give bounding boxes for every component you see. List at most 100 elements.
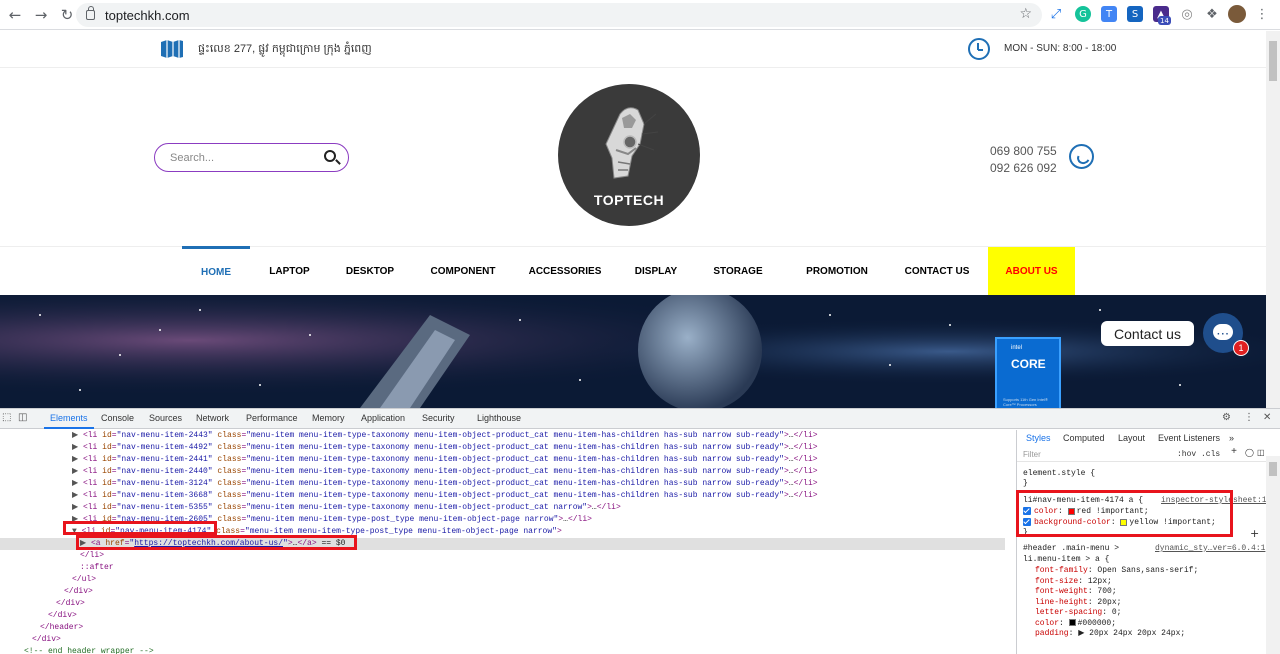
address-bar[interactable]: toptechkh.com ☆ (76, 3, 1042, 27)
nav-about-us[interactable]: ABOUT US (988, 247, 1075, 295)
devtools-tabs: ⬚ ◫ Elements Console Sources Network Per… (0, 409, 1280, 429)
rule2-prop-font-size[interactable]: font-size: 12px; (1035, 577, 1112, 588)
avatar[interactable] (1228, 5, 1246, 23)
rule2-prop-font-weight[interactable]: font-weight: 700; (1035, 587, 1117, 598)
rule2-prop-color[interactable]: color: #000000; (1035, 619, 1116, 630)
nav-display[interactable]: DISPLAY (629, 247, 683, 295)
dom-node-closing[interactable]: </header> (0, 622, 1005, 634)
inspect-icon[interactable]: ⬚ (2, 412, 11, 423)
toggle-color-icon[interactable]: ◯ (1245, 449, 1254, 460)
new-style-rule-icon[interactable]: + (1250, 527, 1259, 540)
top-info-bar: ផ្ទះលេខ 277, ផ្លូវ កម្ពុជាក្រោម ក្រុង ភ្… (0, 31, 1266, 68)
tab-network[interactable]: Network (196, 413, 229, 423)
tab-elements[interactable]: Elements (44, 413, 93, 429)
tab-performance[interactable]: Performance (246, 413, 298, 423)
styles-tabs: Styles Computed Layout Event Listeners » (1017, 430, 1280, 446)
puzzle-icon[interactable]: ❖ (1204, 6, 1220, 22)
dom-node-closing[interactable]: </li> (0, 550, 1005, 562)
rule2-prop-line-height[interactable]: line-height: 20px; (1035, 598, 1121, 609)
search-input[interactable]: Search... (154, 143, 349, 172)
forward-icon[interactable]: → (30, 4, 52, 26)
dom-node-closing[interactable]: </div> (0, 586, 1005, 598)
sidebar-toggle-icon[interactable]: ◫ (1257, 449, 1265, 460)
translate-icon[interactable]: T (1101, 6, 1117, 22)
url-text[interactable]: toptechkh.com (105, 8, 190, 23)
whatsapp-icon[interactable] (1069, 144, 1094, 169)
phone-1[interactable]: 069 800 755 (990, 143, 1057, 160)
back-icon[interactable]: ← (4, 4, 26, 26)
page-scroll-thumb[interactable] (1269, 41, 1277, 81)
element-style-close: } (1023, 479, 1028, 488)
nav-contact-us[interactable]: CONTACT US (900, 247, 974, 295)
close-devtools-icon[interactable]: ✕ (1263, 412, 1271, 423)
chat-badge: 1 (1233, 340, 1249, 356)
filter-placeholder: Filter (1023, 450, 1041, 459)
dom-node-li[interactable]: ▶ <li id="nav-menu-item-2443" class="men… (0, 430, 1005, 442)
dom-node-closing[interactable]: </ul> (0, 574, 1005, 586)
rule2-selector-2[interactable]: li.menu-item > a { (1023, 555, 1109, 566)
element-style-rule[interactable]: element.style { (1023, 469, 1095, 480)
dom-node-closing[interactable]: </div> (0, 634, 1005, 646)
styles-scrollbar[interactable] (1266, 456, 1280, 654)
dom-node-li[interactable]: ▶ <li id="nav-menu-item-5355" class="men… (0, 502, 1005, 514)
contact-us-label[interactable]: Contact us (1101, 321, 1194, 346)
settings-gear-icon[interactable]: ⚙ (1222, 412, 1231, 423)
globe-icon[interactable]: ◎ (1179, 6, 1195, 22)
page-scrollbar[interactable] (1266, 31, 1280, 408)
tab-sources[interactable]: Sources (149, 413, 182, 423)
dom-node-li[interactable]: ▶ <li id="nav-menu-item-2440" class="men… (0, 466, 1005, 478)
dom-node-li[interactable]: ▶ <li id="nav-menu-item-3668" class="men… (0, 490, 1005, 502)
hov-cls-buttons[interactable]: :hov .cls (1177, 450, 1220, 461)
search-icon[interactable] (324, 150, 336, 162)
nav-component[interactable]: COMPONENT (424, 247, 502, 295)
device-toggle-icon[interactable]: ◫ (18, 412, 27, 423)
nav-storage[interactable]: STORAGE (709, 247, 767, 295)
extension-badge: 14 (1158, 16, 1171, 25)
nav-accessories[interactable]: ACCESSORIES (527, 247, 603, 295)
highlight-box-li (63, 521, 217, 535)
site-logo[interactable]: TOPTECH (558, 84, 700, 226)
lock-icon (86, 6, 95, 20)
tab-computed[interactable]: Computed (1063, 433, 1105, 444)
color-swatch[interactable] (1068, 618, 1076, 626)
reload-icon[interactable]: ↻ (56, 4, 78, 26)
menu-dots-icon[interactable]: ⋮ (1254, 6, 1270, 22)
add-rule-icon[interactable]: + (1231, 447, 1237, 459)
tab-layout[interactable]: Layout (1118, 433, 1145, 444)
nav-home[interactable]: HOME (182, 246, 250, 295)
phone-2[interactable]: 092 626 092 (990, 160, 1057, 177)
nav-desktop[interactable]: DESKTOP (340, 247, 400, 295)
dom-node-closing[interactable]: </div> (0, 598, 1005, 610)
styles-scroll-thumb[interactable] (1269, 462, 1277, 476)
rule2-prop-letter-spacing[interactable]: letter-spacing: 0; (1035, 608, 1121, 619)
rule2-selector-1[interactable]: #header .main-menu > (1023, 544, 1119, 555)
more-tabs-icon[interactable]: » (1229, 433, 1234, 444)
screenshot-icon[interactable]: S (1127, 6, 1143, 22)
clock-icon (968, 38, 990, 60)
dom-node-li[interactable]: ▶ <li id="nav-menu-item-4492" class="men… (0, 442, 1005, 454)
tab-lighthouse[interactable]: Lighthouse (477, 413, 521, 423)
rule2-prop-padding[interactable]: padding: ▶ 20px 24px 20px 24px; (1035, 629, 1185, 640)
tab-console[interactable]: Console (101, 413, 134, 423)
dom-node-li[interactable]: ▶ <li id="nav-menu-item-2441" class="men… (0, 454, 1005, 466)
devtools-menu-icon[interactable]: ⋮ (1244, 412, 1254, 423)
dom-node-li[interactable]: ▶ <li id="nav-menu-item-3124" class="men… (0, 478, 1005, 490)
main-menu: HOME LAPTOP DESKTOP COMPONENT ACCESSORIE… (0, 246, 1266, 295)
nav-promotion[interactable]: PROMOTION (799, 247, 875, 295)
grammarly-icon[interactable]: G (1075, 6, 1091, 22)
tab-application[interactable]: Application (361, 413, 405, 423)
highlight-box-anchor (76, 535, 357, 550)
dom-node-closing[interactable]: ::after (0, 562, 1005, 574)
tab-security[interactable]: Security (422, 413, 455, 423)
nav-laptop[interactable]: LAPTOP (263, 247, 316, 295)
bookmark-star-icon[interactable]: ☆ (1019, 6, 1032, 22)
rule2-prop-font-family[interactable]: font-family: Open Sans,sans-serif; (1035, 566, 1198, 577)
styles-filter[interactable]: Filter :hov .cls + ◯ ◫ (1017, 447, 1280, 462)
expand-icon[interactable]: ⤢ (1048, 6, 1064, 22)
rule2-source[interactable]: dynamic_sty…ver=6.0.4:1 (1155, 544, 1265, 555)
dom-node-closing[interactable]: </div> (0, 610, 1005, 622)
tab-styles[interactable]: Styles (1026, 433, 1051, 444)
tab-event-listeners[interactable]: Event Listeners (1158, 433, 1220, 444)
logo-text: TOPTECH (593, 192, 665, 208)
tab-memory[interactable]: Memory (312, 413, 345, 423)
